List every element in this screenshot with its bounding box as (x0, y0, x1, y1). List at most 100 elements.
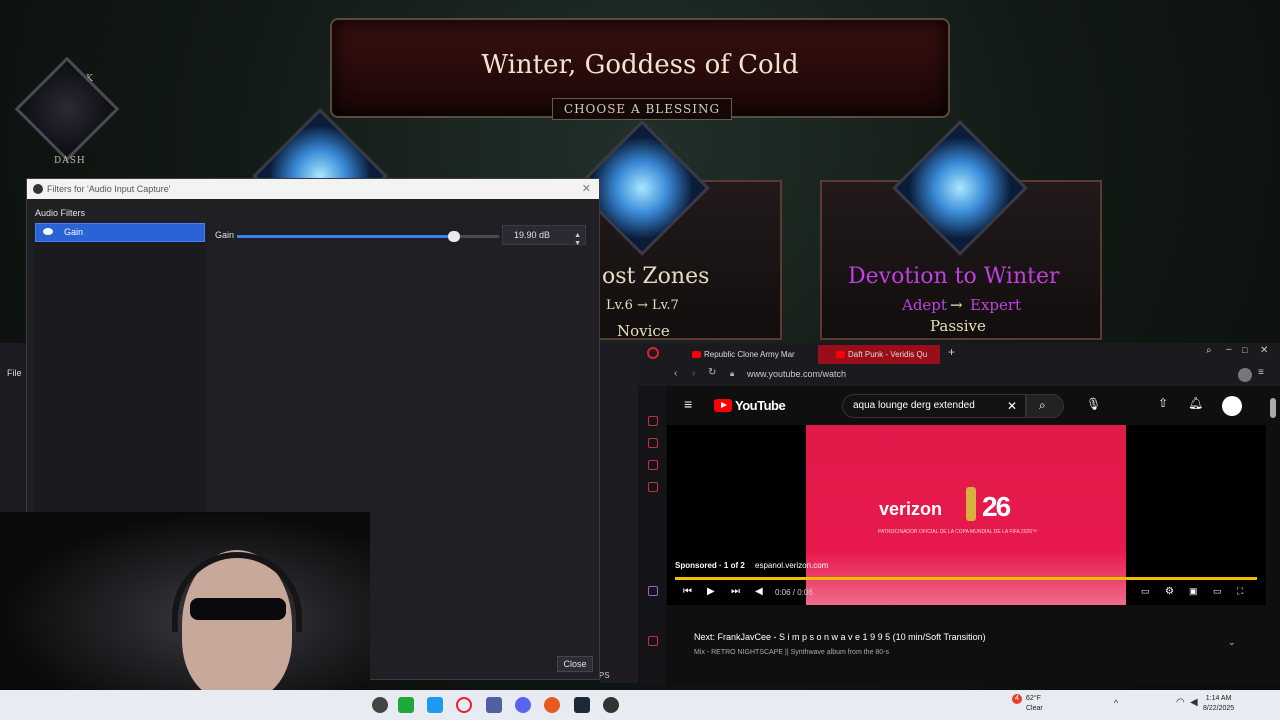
card-level: Lv.6 → Lv.7 (606, 298, 679, 313)
video-player[interactable]: verizon 26 FIFA PATROCINADOR OFICIAL DE … (667, 425, 1266, 605)
game-icon[interactable] (544, 697, 560, 713)
youtube-header: ≡ YouTube aqua lounge derg extended ✕ ⌕ … (666, 386, 1280, 426)
messenger-icon[interactable] (648, 460, 658, 470)
gain-value-spinbox[interactable]: 19.90 dB ▲ ▼ (502, 225, 586, 247)
taskbar: 62°F Clear 4 ^ ◠ ◀ 1:14 AM 8/22/2025 (0, 690, 1280, 720)
twitch-icon[interactable] (648, 586, 658, 596)
headset (172, 552, 302, 632)
mix-playlist-label[interactable]: Mix - RETRO NIGHTSCAPE || Synthwave albu… (694, 649, 889, 656)
tab-daft-punk[interactable]: Daft Punk - Veridis Qu (818, 345, 940, 364)
blessing-banner: Winter, Goddess of Cold CHOOSE A BLESSIN… (330, 18, 950, 120)
wifi-icon[interactable]: ◠ (1176, 697, 1185, 708)
steam-icon[interactable] (574, 697, 590, 713)
youtube-favicon-icon (836, 351, 845, 358)
new-tab-button[interactable]: + (948, 345, 955, 359)
microphone-icon[interactable]: 🎙︎ (1086, 397, 1101, 411)
obs-icon[interactable] (603, 697, 619, 713)
close-button[interactable]: Close (557, 656, 593, 672)
ad-info: Sponsored · 1 of 2 espanol.verizon.com (675, 561, 828, 570)
youtube-favicon-icon (692, 351, 701, 358)
previous-icon[interactable]: ⏮ (683, 586, 692, 597)
ad-progress-bar[interactable] (675, 577, 1257, 580)
weather-widget[interactable]: 62°F Clear (1026, 694, 1043, 714)
kick-icon[interactable] (398, 697, 414, 713)
shopping-icon[interactable] (648, 438, 658, 448)
profile-avatar[interactable] (1238, 368, 1252, 382)
app-icon[interactable] (372, 697, 388, 713)
minimize-icon[interactable]: – (1226, 344, 1232, 355)
up-next-title[interactable]: Next: FrankJavCee - S i m p s o n w a v … (694, 632, 986, 642)
tab-clone-army[interactable]: Republic Clone Army Mar (674, 345, 808, 364)
next-icon[interactable]: ⏭ (731, 586, 740, 597)
clock-date: 8/22/2025 (1203, 705, 1235, 712)
url-field[interactable]: www.youtube.com/watch (747, 369, 846, 379)
close-icon[interactable]: ✕ (582, 179, 591, 199)
card-rank-from: Adept (902, 296, 947, 314)
upload-icon[interactable]: ⇧ (1158, 396, 1168, 410)
play-icon[interactable]: ▶ (707, 586, 715, 597)
twitter-icon[interactable] (427, 697, 443, 713)
search-input[interactable]: aqua lounge derg extended ✕ (842, 394, 1026, 418)
fullscreen-icon[interactable]: ⛶ (1237, 586, 1243, 597)
tool-icon[interactable] (486, 697, 502, 713)
clear-search-icon[interactable]: ✕ (1007, 395, 1017, 417)
gain-slider-handle[interactable] (448, 231, 461, 242)
youtube-wordmark[interactable]: YouTube (735, 398, 786, 413)
search-tabs-icon[interactable]: ⌕ (1206, 345, 1212, 356)
back-icon[interactable]: ‹ (674, 368, 677, 379)
ad-tagline: PATROCINADOR OFICIAL DE LA COPA MUNDIAL … (878, 529, 1038, 535)
forward-icon[interactable]: › (692, 368, 695, 379)
card-rank-to: Expert (970, 296, 1022, 314)
clock[interactable]: 1:14 AM 8/22/2025 (1203, 694, 1234, 714)
card-rank: Novice (617, 322, 670, 340)
opera-logo-icon[interactable] (647, 347, 659, 359)
history-icon[interactable] (648, 416, 658, 426)
settings-icon[interactable]: ⚙ (1165, 586, 1174, 597)
search-query: aqua lounge derg extended (853, 400, 975, 411)
speaker-icon[interactable]: ◀ (1190, 697, 1198, 708)
volume-icon[interactable]: ◀ (755, 586, 763, 597)
ad-fifa: FIFA (1028, 511, 1041, 517)
filter-item-gain[interactable]: Gain (35, 223, 205, 242)
file-menu[interactable]: File (7, 368, 22, 378)
address-bar: ‹ › ↻ 🔒︎ www.youtube.com/watch ≡ (638, 364, 1280, 386)
reload-icon[interactable]: ↻ (708, 367, 716, 378)
search-button[interactable]: ⌕ (1026, 394, 1064, 418)
menu-icon[interactable]: ≡ (1258, 367, 1264, 378)
gain-slider[interactable] (237, 231, 499, 242)
lock-icon: 🔒︎ (730, 369, 735, 378)
weather-temp: 62°F (1026, 695, 1041, 702)
discord-icon[interactable] (515, 697, 531, 713)
hamburger-icon[interactable]: ≡ (684, 396, 692, 412)
maximize-icon[interactable]: □ (1242, 345, 1247, 355)
tab-label: Republic Clone Army Mar (704, 350, 795, 359)
dialog-titlebar: Filters for 'Audio Input Capture' ✕ (27, 179, 599, 199)
opera-icon[interactable] (456, 697, 472, 713)
account-avatar[interactable] (1222, 396, 1242, 416)
trophy-icon (966, 487, 976, 521)
card-title: ost Zones (602, 264, 710, 289)
time-display: 0:06 / 0:06 (775, 588, 813, 597)
attack-skill-icon[interactable] (14, 56, 120, 162)
subtitles-icon[interactable]: ▭ (1141, 586, 1150, 597)
close-window-icon[interactable]: ✕ (1260, 345, 1268, 356)
card-title: Devotion to Winter (848, 264, 1060, 289)
ad-brand: verizon (879, 499, 943, 519)
chevron-up-icon[interactable]: ^ (1114, 698, 1118, 708)
player-icon[interactable] (648, 636, 658, 646)
miniplayer-icon[interactable]: ▣ (1189, 586, 1198, 597)
audio-filters-heading: Audio Filters (35, 208, 86, 218)
youtube-logo-icon[interactable] (714, 399, 732, 412)
visibility-eye-icon[interactable] (43, 228, 53, 235)
webcam-overlay (0, 512, 370, 690)
notifications-icon[interactable]: 🔔︎ (1188, 396, 1203, 410)
spin-down-icon[interactable]: ▼ (574, 235, 581, 253)
mail-icon[interactable] (648, 482, 658, 492)
chevron-down-icon[interactable]: ⌄ (1228, 637, 1236, 648)
weather-desc: Clear (1026, 705, 1043, 712)
sunglasses (190, 598, 286, 620)
ad-domain[interactable]: espanol.verizon.com (755, 561, 828, 570)
theater-icon[interactable]: ▭ (1213, 586, 1222, 597)
obs-main-panel (600, 343, 638, 683)
page-scrollbar[interactable] (1270, 398, 1276, 418)
